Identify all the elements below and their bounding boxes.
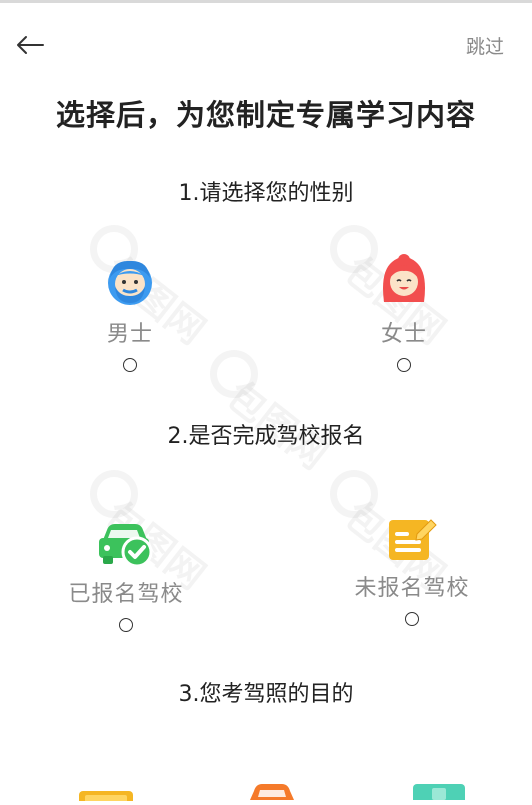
car-check-icon (99, 524, 153, 568)
watermark-logo-icon (90, 470, 138, 518)
top-divider (0, 0, 532, 3)
option-male-radio[interactable] (123, 358, 137, 372)
option-male-label: 男士 (106, 322, 153, 347)
option-male[interactable]: 男士 (40, 256, 220, 372)
back-button[interactable] (12, 30, 48, 60)
skip-button[interactable]: 跳过 (466, 32, 504, 59)
form-pen-icon (389, 519, 437, 560)
option-female[interactable]: 女士 (314, 252, 494, 372)
option-enrolled-radio[interactable] (119, 618, 133, 632)
arrow-left-icon (17, 36, 44, 54)
option-female-radio[interactable] (397, 358, 411, 372)
option-female-label: 女士 (380, 322, 427, 347)
ticket-icon (413, 784, 465, 804)
question-gender-label: 1.请选择您的性别 (178, 181, 354, 206)
option-not-enrolled-radio[interactable] (405, 612, 419, 626)
option-not-enrolled[interactable]: 未报名驾校 (322, 516, 502, 626)
watermark-logo-icon (330, 470, 378, 518)
male-avatar-icon (108, 260, 152, 305)
purpose-option-1[interactable] (78, 786, 134, 805)
id-card-icon (79, 791, 133, 805)
car-icon (250, 784, 294, 800)
question-purpose-label: 3.您考驾照的目的 (178, 682, 354, 707)
question-enrollment-label: 2.是否完成驾校报名 (167, 424, 365, 449)
option-not-enrolled-label: 未报名驾校 (354, 576, 470, 601)
option-enrolled-label: 已报名驾校 (68, 582, 184, 607)
purpose-option-2[interactable] (244, 781, 300, 800)
page-title: 选择后，为您制定专属学习内容 (55, 98, 476, 132)
female-avatar-icon (383, 254, 425, 302)
purpose-option-3[interactable] (412, 782, 466, 804)
option-enrolled[interactable]: 已报名驾校 (36, 522, 216, 632)
